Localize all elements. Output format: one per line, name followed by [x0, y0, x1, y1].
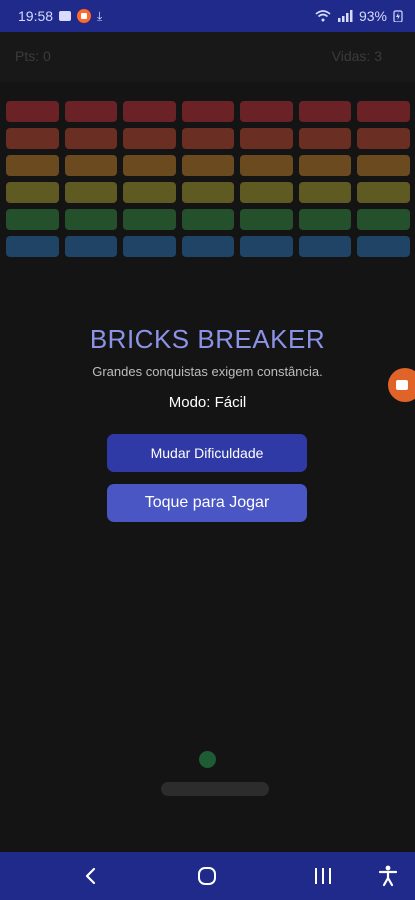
brick [6, 101, 59, 122]
status-right: 93% [315, 8, 403, 24]
play-button[interactable]: Toque para Jogar [107, 484, 307, 522]
brick [6, 209, 59, 230]
brick [357, 236, 411, 257]
brick [298, 209, 352, 230]
brick-row [6, 155, 411, 176]
brick [357, 155, 411, 176]
ball [199, 751, 216, 768]
game-title: BRICKS BREAKER [89, 324, 326, 354]
brick [240, 236, 293, 257]
brick [64, 155, 118, 176]
accessibility-button[interactable] [375, 864, 401, 888]
brick [181, 236, 235, 257]
brick [240, 101, 293, 122]
paddle[interactable] [161, 782, 269, 796]
download-icon: ⤓ [97, 9, 103, 23]
brick [298, 101, 352, 122]
brick [64, 101, 118, 122]
battery-charging-icon [393, 10, 403, 22]
brick [64, 209, 118, 230]
wifi-icon [315, 10, 331, 22]
brick [298, 128, 352, 149]
game-subtitle: Grandes conquistas exigem constância. [92, 364, 323, 379]
difficulty-mode-label: Modo: Fácil [168, 394, 247, 411]
brick [181, 101, 235, 122]
status-bar: 19:58 ⤓ 93% [0, 0, 415, 32]
screen-record-icon [77, 9, 92, 23]
lives-counter: Vidas: 3 [331, 48, 382, 64]
brick-row [6, 128, 411, 149]
accessibility-icon [378, 865, 398, 887]
brick [181, 182, 235, 203]
brick [240, 182, 293, 203]
brick [240, 128, 293, 149]
brick [357, 128, 411, 149]
brick [123, 128, 176, 149]
recents-button[interactable] [310, 864, 336, 888]
brick [64, 182, 118, 203]
message-icon [59, 11, 72, 21]
status-left: 19:58 ⤓ [18, 8, 102, 24]
status-time: 19:58 [18, 8, 54, 24]
points-counter: Pts: 0 [15, 48, 51, 64]
brick-row [6, 101, 411, 122]
brick [123, 209, 176, 230]
brick [123, 236, 176, 257]
brick [298, 155, 352, 176]
screen-recorder-bubble[interactable] [388, 368, 415, 402]
brick [181, 209, 235, 230]
brick [181, 128, 235, 149]
brick [123, 182, 176, 203]
game-hud: Pts: 0 Vidas: 3 [0, 32, 415, 82]
navigation-bar [0, 852, 415, 900]
recents-icon [315, 868, 331, 884]
brick [298, 236, 352, 257]
brick [357, 101, 411, 122]
brick-grid [6, 101, 411, 263]
signal-icon [337, 10, 353, 22]
brick [64, 128, 118, 149]
brick [357, 182, 411, 203]
change-difficulty-button[interactable]: Mudar Dificuldade [107, 434, 307, 472]
brick [123, 101, 176, 122]
home-button[interactable] [194, 864, 220, 888]
brick [298, 182, 352, 203]
brick [6, 236, 59, 257]
brick [6, 128, 59, 149]
brick [6, 155, 59, 176]
brick-row [6, 182, 411, 203]
battery-level: 93% [358, 8, 387, 24]
back-icon [85, 867, 96, 885]
brick [6, 182, 59, 203]
brick [240, 209, 293, 230]
brick [64, 236, 118, 257]
brick [123, 155, 176, 176]
brick [181, 155, 235, 176]
brick-row [6, 209, 411, 230]
brick [240, 155, 293, 176]
brick [357, 209, 411, 230]
home-icon [198, 867, 216, 885]
back-button[interactable] [78, 864, 104, 888]
brick-row [6, 236, 411, 257]
